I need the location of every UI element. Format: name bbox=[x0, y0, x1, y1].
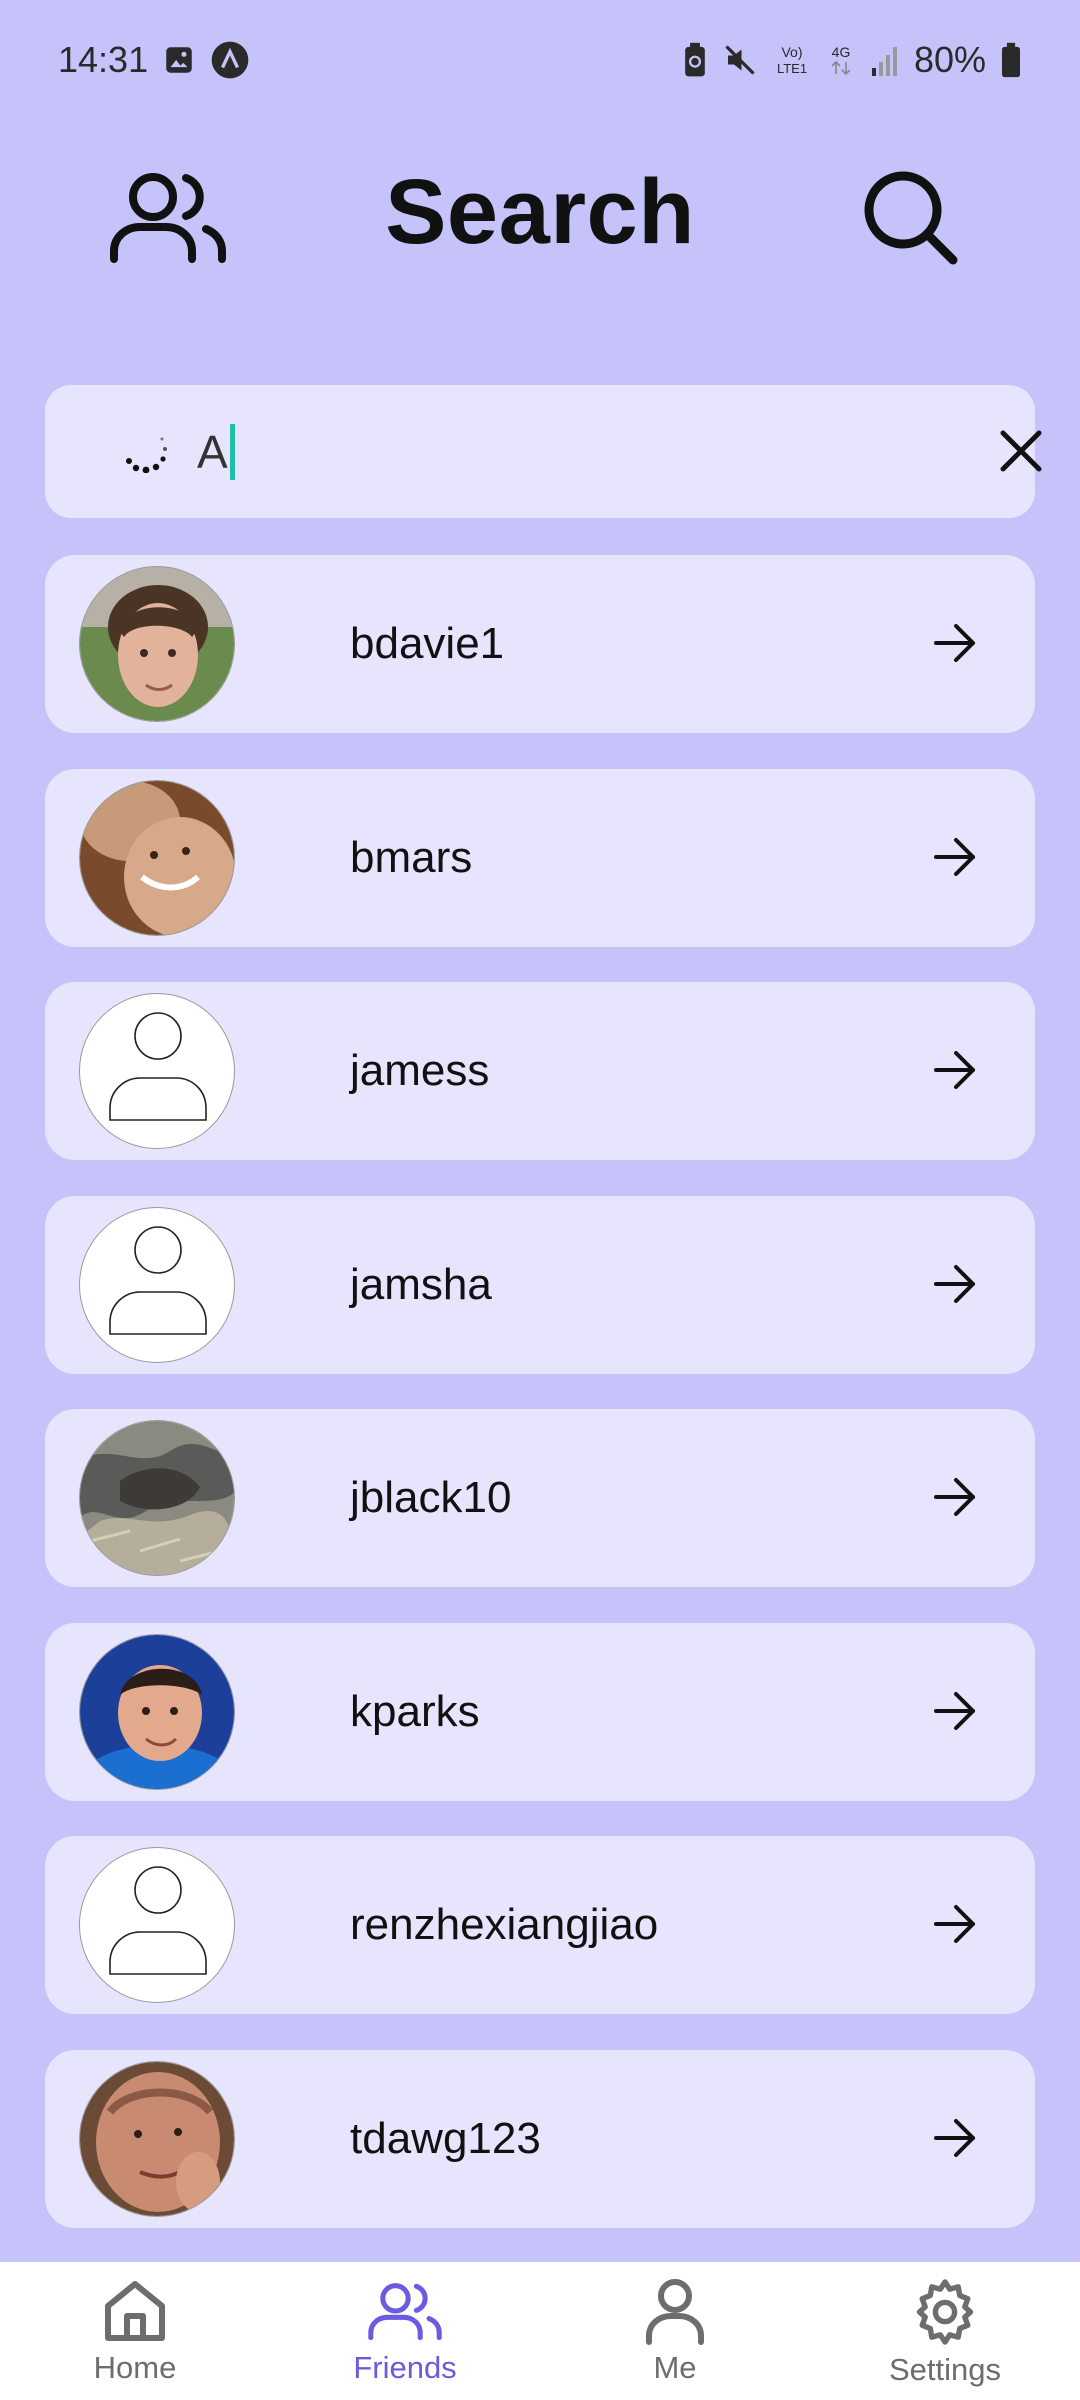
username: kparks bbox=[350, 1686, 480, 1736]
gear-icon bbox=[916, 2279, 974, 2345]
nav-label: Me bbox=[653, 2350, 697, 2385]
svg-text:LTE1: LTE1 bbox=[777, 61, 807, 76]
arrow-right-icon[interactable] bbox=[925, 1681, 985, 1741]
app-notification-icon bbox=[210, 40, 250, 80]
battery-icon bbox=[1000, 42, 1022, 78]
close-icon bbox=[1000, 430, 1042, 472]
bottom-nav: Home Friends Me Settings bbox=[0, 2262, 1080, 2400]
network-4g-icon: 4G bbox=[826, 42, 856, 78]
arrow-right-icon[interactable] bbox=[925, 1040, 985, 1100]
arrow-right-icon[interactable] bbox=[925, 1254, 985, 1314]
avatar bbox=[79, 1420, 235, 1576]
clear-search-button[interactable] bbox=[995, 425, 1047, 477]
username: jamess bbox=[350, 1046, 490, 1095]
clock: 14:31 bbox=[58, 39, 149, 80]
signal-icon bbox=[870, 44, 900, 76]
svg-text:Vo): Vo) bbox=[781, 44, 802, 60]
nav-item-me[interactable]: Me bbox=[540, 2262, 810, 2386]
person-icon bbox=[646, 2279, 704, 2345]
friends-icon bbox=[368, 2283, 442, 2341]
list-item[interactable]: jamsha bbox=[45, 1195, 1035, 1374]
list-item[interactable]: bdavie1 bbox=[45, 555, 1035, 733]
nav-item-friends[interactable]: Friends bbox=[270, 2262, 540, 2386]
arrow-right-icon[interactable] bbox=[925, 2108, 985, 2168]
username: bdavie1 bbox=[350, 619, 505, 668]
gallery-icon bbox=[162, 43, 196, 77]
list-item[interactable]: renzhexiangjiao bbox=[45, 1836, 1035, 2014]
avatar bbox=[79, 1633, 235, 1790]
battery-saver-icon bbox=[682, 42, 708, 78]
text-caret bbox=[229, 423, 235, 480]
list-item[interactable]: jblack10 bbox=[45, 1409, 1035, 1587]
search-input[interactable]: A bbox=[197, 385, 957, 518]
avatar bbox=[79, 779, 235, 936]
nav-item-home[interactable]: Home bbox=[0, 2262, 270, 2386]
username: renzhexiangjiao bbox=[350, 1900, 659, 1949]
default-avatar-icon bbox=[79, 993, 235, 1149]
volte-icon: Vo) LTE1 bbox=[772, 42, 812, 78]
arrow-right-icon[interactable] bbox=[925, 827, 985, 887]
search-bar[interactable]: A bbox=[45, 385, 1042, 518]
arrow-right-icon[interactable] bbox=[925, 613, 985, 673]
nav-label: Home bbox=[93, 2350, 177, 2385]
list-item[interactable]: jamess bbox=[45, 982, 1035, 1160]
avatar bbox=[79, 566, 235, 722]
nav-label: Friends bbox=[353, 2350, 457, 2385]
username: tdawg123 bbox=[350, 2113, 541, 2163]
username: jblack10 bbox=[350, 1473, 512, 1522]
header: Search bbox=[0, 150, 1080, 280]
default-avatar-icon bbox=[79, 1206, 235, 1363]
mute-icon bbox=[722, 42, 758, 78]
svg-text:4G: 4G bbox=[832, 44, 851, 60]
avatar bbox=[79, 2060, 235, 2217]
username: jamsha bbox=[350, 1259, 492, 1309]
list-item[interactable]: tdawg123 bbox=[45, 2049, 1035, 2228]
home-icon bbox=[105, 2281, 165, 2341]
default-avatar-icon bbox=[79, 1847, 235, 2003]
list-item[interactable]: bmars bbox=[45, 768, 1035, 947]
arrow-right-icon[interactable] bbox=[925, 1467, 985, 1527]
list-item[interactable]: kparks bbox=[45, 1622, 1035, 1801]
search-results-list: bdavie1 bmars jamess jamsha jblack10 kpa… bbox=[45, 555, 1035, 2263]
nav-item-settings[interactable]: Settings bbox=[810, 2262, 1080, 2388]
search-icon[interactable] bbox=[855, 162, 965, 272]
arrow-right-icon[interactable] bbox=[925, 1894, 985, 1954]
battery-percent: 80% bbox=[913, 39, 986, 80]
username: bmars bbox=[350, 832, 473, 882]
nav-label: Settings bbox=[888, 2352, 1001, 2387]
loading-spinner-icon bbox=[123, 427, 169, 474]
status-bar: 14:31 Vo) LTE1 4G 80% bbox=[0, 0, 1080, 120]
search-input-value: A bbox=[197, 425, 228, 478]
